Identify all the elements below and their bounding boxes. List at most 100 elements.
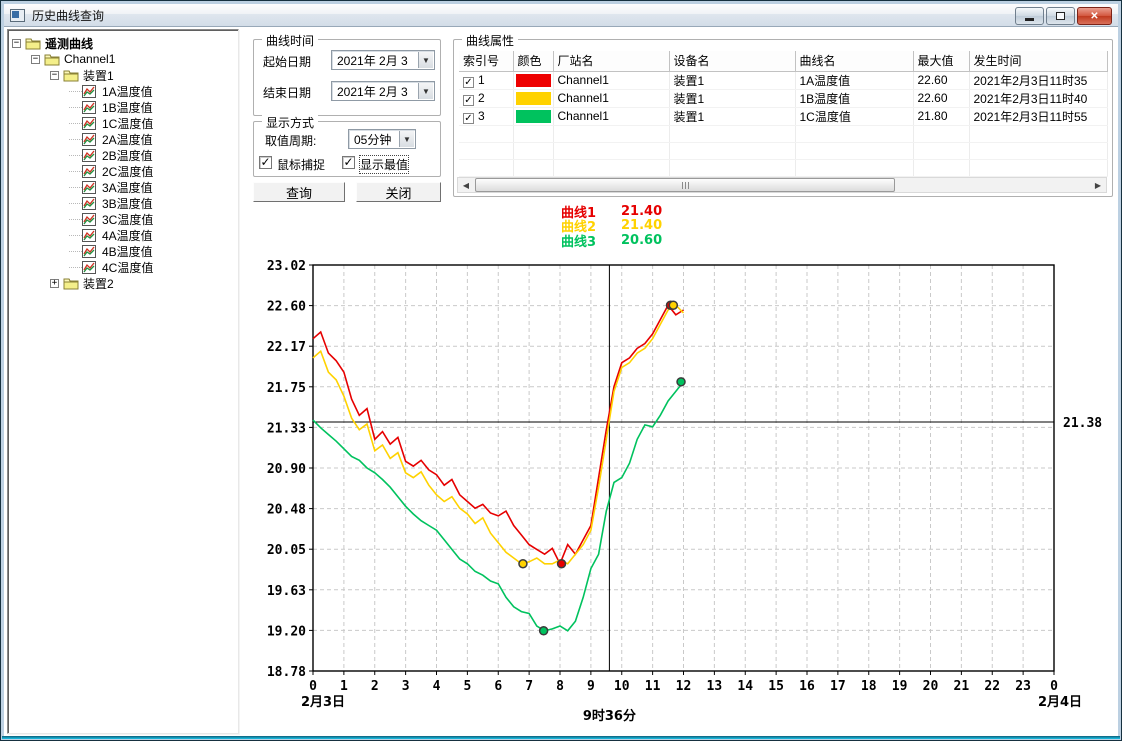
max-cell: 22.60 bbox=[913, 89, 969, 107]
scrollbar-thumb[interactable] bbox=[475, 178, 895, 192]
show-extremes-label[interactable]: 显示最值 bbox=[360, 156, 408, 173]
row-index: 3 bbox=[478, 109, 485, 123]
chevron-down-icon[interactable]: ▼ bbox=[418, 52, 433, 68]
start-date-combo[interactable]: 2021年 2月 3 ▼ bbox=[331, 50, 435, 70]
col-curve[interactable]: 曲线名 bbox=[795, 51, 913, 71]
table-row-empty bbox=[459, 142, 1107, 159]
history-curve-window: 历史曲线查询 ✕ −遥测曲线−Channel1−装置11A温度值1B温度值1C温… bbox=[0, 0, 1122, 741]
tree-item-label[interactable]: 1C温度值 bbox=[102, 115, 153, 132]
close-button[interactable]: ✕ bbox=[1077, 7, 1112, 25]
tree-item-装置1[interactable]: − 装置1 bbox=[8, 67, 238, 83]
tree-item-2C温度值[interactable]: 2C温度值 bbox=[8, 163, 238, 179]
col-color[interactable]: 颜色 bbox=[513, 51, 553, 71]
end-date-label: 结束日期 bbox=[263, 84, 311, 101]
y-tick-label: 20.05 bbox=[267, 543, 306, 558]
show-extremes-checkbox[interactable]: ✓ bbox=[342, 156, 355, 169]
col-device[interactable]: 设备名 bbox=[669, 51, 795, 71]
tree-item-2B温度值[interactable]: 2B温度值 bbox=[8, 147, 238, 163]
x-tick-label: 16 bbox=[799, 679, 815, 694]
tree-item-1A温度值[interactable]: 1A温度值 bbox=[8, 83, 238, 99]
tree-item-装置2[interactable]: + 装置2 bbox=[8, 275, 238, 291]
curve-icon bbox=[82, 245, 98, 258]
tree-item-label[interactable]: 2A温度值 bbox=[102, 131, 153, 148]
tree-item-label[interactable]: 遥测曲线 bbox=[45, 35, 93, 52]
row-checkbox[interactable]: ✓ bbox=[463, 95, 474, 106]
curve-cell: 1C温度值 bbox=[795, 107, 913, 125]
tree-connector bbox=[69, 139, 82, 140]
tree-item-Channel1[interactable]: − Channel1 bbox=[8, 51, 238, 67]
col-index[interactable]: 索引号 bbox=[459, 51, 513, 71]
tree-item-3A温度值[interactable]: 3A温度值 bbox=[8, 179, 238, 195]
x-date-left: 2月3日 bbox=[301, 695, 345, 710]
curve-tree-panel[interactable]: −遥测曲线−Channel1−装置11A温度值1B温度值1C温度值2A温度值2B… bbox=[7, 29, 239, 734]
table-header-row: 索引号 颜色 厂站名 设备名 曲线名 最大值 发生时间 bbox=[459, 51, 1107, 71]
tree-item-2A温度值[interactable]: 2A温度值 bbox=[8, 131, 238, 147]
table-row-empty bbox=[459, 125, 1107, 142]
chevron-down-icon[interactable]: ▼ bbox=[418, 83, 433, 99]
x-tick-label: 20 bbox=[923, 679, 939, 694]
tree-item-label[interactable]: 4A温度值 bbox=[102, 227, 153, 244]
tree-item-label[interactable]: 装置1 bbox=[83, 67, 114, 84]
curve-props-table: 索引号 颜色 厂站名 设备名 曲线名 最大值 发生时间 ✓1 Channel1 … bbox=[459, 51, 1108, 177]
col-station[interactable]: 厂站名 bbox=[553, 51, 669, 71]
col-time[interactable]: 发生时间 bbox=[969, 51, 1107, 71]
device-cell: 装置1 bbox=[669, 107, 795, 125]
tree-item-4A温度值[interactable]: 4A温度值 bbox=[8, 227, 238, 243]
collapse-icon[interactable]: − bbox=[31, 55, 40, 64]
x-tick-label: 7 bbox=[525, 679, 533, 694]
tree-item-label[interactable]: 装置2 bbox=[83, 275, 114, 292]
curve-icon bbox=[82, 229, 98, 242]
expand-icon[interactable]: + bbox=[50, 279, 59, 288]
mouse-capture-label[interactable]: 鼠标捕捉 bbox=[277, 156, 325, 173]
tree-item-4B温度值[interactable]: 4B温度值 bbox=[8, 243, 238, 259]
collapse-icon[interactable]: − bbox=[12, 39, 21, 48]
tree-item-label[interactable]: 4B温度值 bbox=[102, 243, 153, 260]
period-combo[interactable]: 05分钟 ▼ bbox=[348, 129, 416, 149]
scroll-right-icon[interactable]: ▶ bbox=[1090, 178, 1106, 192]
x-tick-label: 11 bbox=[645, 679, 661, 694]
tree-item-3B温度值[interactable]: 3B温度值 bbox=[8, 195, 238, 211]
restore-button[interactable] bbox=[1046, 7, 1075, 25]
curve-icon bbox=[82, 213, 98, 226]
x-date-right: 2月4日 bbox=[1038, 695, 1082, 710]
tree-item-1C温度值[interactable]: 1C温度值 bbox=[8, 115, 238, 131]
time-cell: 2021年2月3日11时35 bbox=[969, 71, 1107, 89]
row-checkbox[interactable]: ✓ bbox=[463, 77, 474, 88]
row-checkbox[interactable]: ✓ bbox=[463, 113, 474, 124]
tree-item-label[interactable]: 2B温度值 bbox=[102, 147, 153, 164]
x-tick-label: 0 bbox=[1050, 679, 1058, 694]
color-swatch bbox=[516, 92, 551, 105]
tree-item-label[interactable]: 1B温度值 bbox=[102, 99, 153, 116]
tree-item-label[interactable]: 3A温度值 bbox=[102, 179, 153, 196]
tree-item-1B温度值[interactable]: 1B温度值 bbox=[8, 99, 238, 115]
end-date-combo[interactable]: 2021年 2月 3 ▼ bbox=[331, 81, 435, 101]
tree-item-label[interactable]: 1A温度值 bbox=[102, 83, 153, 100]
tree-item-3C温度值[interactable]: 3C温度值 bbox=[8, 211, 238, 227]
row-index: 1 bbox=[478, 73, 485, 87]
tree-item-label[interactable]: 2C温度值 bbox=[102, 163, 153, 180]
minimize-button[interactable] bbox=[1015, 7, 1044, 25]
chevron-down-icon[interactable]: ▼ bbox=[399, 131, 414, 147]
tree-connector bbox=[69, 123, 82, 124]
col-max[interactable]: 最大值 bbox=[913, 51, 969, 71]
tree-item-label[interactable]: Channel1 bbox=[64, 52, 115, 66]
tree-item-label[interactable]: 3C温度值 bbox=[102, 211, 153, 228]
tree-item-label[interactable]: 4C温度值 bbox=[102, 259, 153, 276]
y-tick-label: 21.33 bbox=[267, 421, 306, 436]
trend-chart[interactable]: 23.0222.6022.1721.7521.3320.9020.4820.05… bbox=[246, 199, 1122, 739]
folder-icon bbox=[63, 277, 79, 290]
x-tick-label: 4 bbox=[433, 679, 441, 694]
max-marker-3 bbox=[677, 378, 685, 386]
tree-item-遥测曲线[interactable]: − 遥测曲线 bbox=[8, 35, 238, 51]
titlebar[interactable]: 历史曲线查询 ✕ bbox=[4, 4, 1118, 27]
collapse-icon[interactable]: − bbox=[50, 71, 59, 80]
table-hscrollbar[interactable]: ◀ ▶ bbox=[457, 177, 1107, 193]
minimize-icon bbox=[1025, 18, 1034, 21]
y-tick-label: 22.17 bbox=[267, 340, 306, 355]
tree-item-4C温度值[interactable]: 4C温度值 bbox=[8, 259, 238, 275]
max-cell: 22.60 bbox=[913, 71, 969, 89]
x-tick-label: 5 bbox=[463, 679, 471, 694]
scroll-left-icon[interactable]: ◀ bbox=[458, 178, 474, 192]
tree-item-label[interactable]: 3B温度值 bbox=[102, 195, 153, 212]
mouse-capture-checkbox[interactable]: ✓ bbox=[259, 156, 272, 169]
